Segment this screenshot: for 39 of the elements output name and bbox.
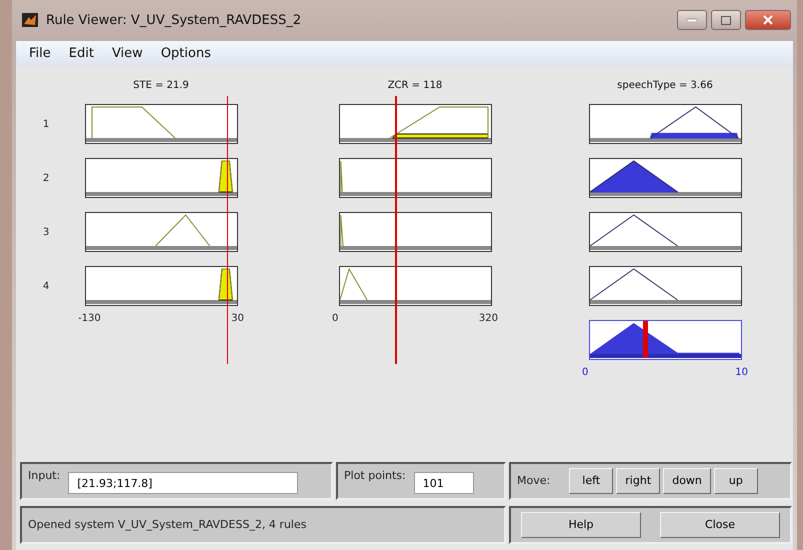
close-button[interactable]	[745, 10, 791, 30]
axis-tick-label: 30	[231, 312, 244, 326]
variable-title: ZCR = 118	[388, 80, 442, 91]
minimize-icon	[687, 18, 697, 22]
window-title: Rule Viewer: V_UV_System_RAVDESS_2	[46, 12, 302, 30]
dialog-button[interactable]: Help	[521, 512, 641, 538]
close-icon	[763, 15, 773, 26]
variable-title: STE = 21.9	[133, 80, 189, 91]
rule-number: 3	[42, 226, 50, 240]
variable-title: speechType = 3.66	[617, 80, 713, 91]
move-label: Move:	[517, 472, 550, 489]
input-value-line[interactable]	[395, 96, 397, 364]
menu-item[interactable]: View	[102, 44, 152, 64]
status-message: Opened system V_UV_System_RAVDESS_2, 4 rules	[28, 516, 306, 533]
maximize-icon	[721, 16, 731, 25]
axis-tick-label: 0	[582, 366, 588, 380]
input-value-line[interactable]	[226, 96, 228, 364]
menu-item[interactable]: Edit	[60, 44, 103, 64]
move-button[interactable]: down	[663, 468, 711, 494]
rule-number: 1	[42, 118, 50, 132]
menu-item[interactable]: File	[20, 44, 60, 64]
axis-tick-label: -130	[78, 312, 101, 326]
move-button[interactable]: left	[569, 468, 614, 494]
plot-points-field[interactable]: 101	[414, 472, 474, 494]
input-field[interactable]: [21.93;117.8]	[68, 472, 298, 494]
maximize-button[interactable]	[711, 10, 741, 30]
plot-points-label: Plot points:	[344, 468, 406, 484]
move-button[interactable]: right	[616, 468, 660, 494]
menu-item[interactable]: Options	[152, 44, 220, 64]
app-icon	[22, 13, 38, 28]
axis-tick-label: 320	[478, 312, 498, 326]
dialog-button[interactable]: Close	[660, 512, 780, 538]
input-label: Input:	[28, 468, 60, 484]
axis-tick-label: 0	[332, 312, 338, 326]
rule-number: 4	[42, 280, 50, 294]
minimize-button[interactable]	[677, 10, 707, 30]
rule-number: 2	[42, 172, 50, 186]
axis-tick-label: 10	[735, 366, 748, 380]
move-button[interactable]: up	[714, 468, 758, 494]
